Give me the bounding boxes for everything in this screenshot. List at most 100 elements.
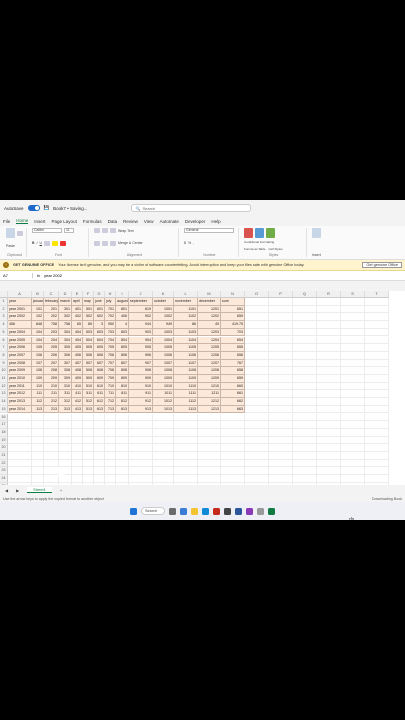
data-cell[interactable]: 604 [94,336,105,345]
empty-cell[interactable] [365,359,389,368]
data-cell[interactable]: 404 [72,336,83,345]
font-size-select[interactable]: 11 [64,228,74,233]
empty-cell[interactable] [198,444,221,452]
data-cell[interactable]: 112 [32,398,44,406]
data-cell[interactable]: year 2005 [8,336,32,345]
empty-cell[interactable] [341,351,365,360]
data-cell[interactable]: 809 [116,375,129,383]
data-cell[interactable]: 1102 [174,313,198,322]
empty-cell[interactable] [269,359,293,368]
empty-cell[interactable] [317,321,341,329]
italic-button[interactable]: I [37,241,38,245]
data-cell[interactable]: 208 [44,367,59,375]
data-cell[interactable]: 502 [83,313,94,322]
header-cell[interactable]: january [32,298,44,306]
empty-cell[interactable] [105,421,116,429]
empty-cell[interactable] [341,359,365,368]
edge-icon[interactable] [202,507,209,515]
data-cell[interactable]: 111 [32,390,44,399]
data-cell[interactable]: 1105 [174,344,198,352]
empty-cell[interactable] [198,436,221,445]
data-cell[interactable]: 767 [221,359,245,368]
data-cell[interactable]: 306 [59,351,72,360]
data-cell[interactable]: year 2014 [8,405,32,414]
empty-cell[interactable] [341,475,365,483]
data-cell[interactable]: 659 [221,375,245,383]
empty-cell[interactable] [221,421,245,429]
empty-cell[interactable] [174,428,198,437]
data-cell[interactable]: 701 [105,305,116,314]
data-cell[interactable]: 104 [32,328,44,337]
data-cell[interactable]: 511 [83,390,94,399]
row-header[interactable]: 16 [0,413,8,422]
empty-cell[interactable] [94,467,105,476]
empty-cell[interactable] [269,321,293,329]
empty-cell[interactable] [293,467,317,476]
data-cell[interactable]: 3 [94,321,105,329]
empty-cell[interactable] [8,467,32,476]
empty-cell[interactable] [293,313,317,322]
empty-cell[interactable] [105,467,116,476]
data-cell[interactable]: 949 [153,321,174,329]
cell-styles-button[interactable]: Cell Styles [268,247,282,251]
data-cell[interactable]: 410 [72,382,83,391]
data-cell[interactable]: 405 [72,344,83,352]
word-icon[interactable] [235,507,242,515]
data-cell[interactable]: 1213 [198,405,221,414]
column-header[interactable]: B [32,291,44,298]
empty-cell[interactable] [198,452,221,460]
data-cell[interactable]: 203 [44,328,59,337]
empty-cell[interactable] [116,436,129,445]
empty-cell[interactable] [44,413,59,422]
empty-cell[interactable] [105,436,116,445]
bold-button[interactable]: B [32,241,35,245]
column-header[interactable]: E [72,291,83,298]
empty-cell[interactable] [365,413,389,422]
empty-cell[interactable] [341,428,365,437]
empty-cell[interactable] [83,436,94,445]
empty-cell[interactable] [8,413,32,422]
empty-cell[interactable] [105,444,116,452]
empty-cell[interactable] [269,467,293,476]
start-icon[interactable] [130,507,137,515]
column-header[interactable]: H [105,291,116,298]
empty-cell[interactable] [317,336,341,345]
empty-cell[interactable] [269,428,293,437]
empty-cell[interactable] [317,351,341,360]
header-cell[interactable]: sum [221,298,245,306]
empty-cell[interactable] [317,375,341,383]
empty-cell[interactable] [116,444,129,452]
data-cell[interactable]: 419.75 [221,321,245,329]
empty-cell[interactable] [341,382,365,391]
empty-cell[interactable] [317,459,341,468]
empty-cell[interactable] [129,475,153,483]
data-cell[interactable]: 207 [44,359,59,368]
empty-cell[interactable] [32,452,44,460]
empty-cell[interactable] [174,467,198,476]
data-cell[interactable]: 109 [32,375,44,383]
data-cell[interactable]: 702 [105,313,116,322]
empty-cell[interactable] [94,413,105,422]
empty-cell[interactable] [153,428,174,437]
row-header[interactable]: 21 [0,452,8,460]
empty-cell[interactable] [269,382,293,391]
empty-cell[interactable] [116,475,129,483]
empty-cell[interactable] [365,382,389,391]
data-cell[interactable]: 606 [94,351,105,360]
data-cell[interactable]: 1104 [174,336,198,345]
empty-cell[interactable] [341,413,365,422]
cut-icon[interactable] [17,230,23,236]
data-cell[interactable]: 801 [116,305,129,314]
row-header[interactable]: 13 [0,390,8,399]
data-cell[interactable]: 663 [221,405,245,414]
data-cell[interactable]: 712 [105,398,116,406]
empty-cell[interactable] [341,344,365,352]
save-icon[interactable]: 💾 [44,205,50,211]
empty-cell[interactable] [221,413,245,422]
empty-cell[interactable] [245,382,269,391]
header-cell[interactable]: april [72,298,83,306]
empty-cell[interactable] [341,336,365,345]
merge-center-button[interactable]: Merge & Center [118,241,143,245]
row-header[interactable]: 7 [0,344,8,352]
data-cell[interactable]: 1103 [174,328,198,337]
